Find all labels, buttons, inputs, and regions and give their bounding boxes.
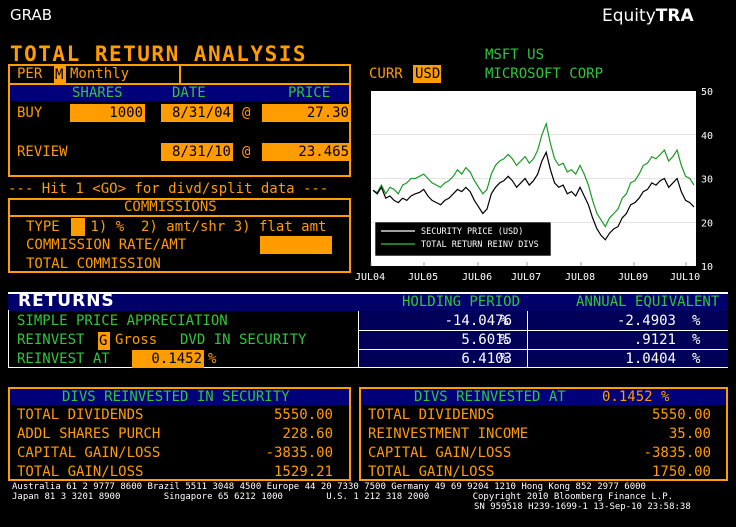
y-tick-label: 40 [701,131,713,142]
y-tick-label: 30 [701,175,713,186]
reinvest-annual: .9121 [633,332,676,348]
divs_at-row-label: CAPITAL GAIN/LOSS [368,445,512,461]
screen-name: GRAB [10,6,52,24]
review-label: REVIEW [17,144,68,160]
divs_security-row-label: ADDL SHARES PURCH [17,426,161,442]
pct-unit: % [692,332,701,348]
legend-label: TOTAL RETURN REINV DIVS [421,240,539,250]
reinvest-tail: DVD IN SECURITY [180,332,307,348]
simple-price-label: SIMPLE PRICE APPRECIATION [17,313,228,329]
col-price: PRICE [288,85,331,101]
review-price-field[interactable]: 23.465 [262,143,351,161]
divs_at-row-label: TOTAL DIVIDENDS [368,407,495,423]
divs_security-row-value: 5550.00 [273,407,333,423]
period-code-field[interactable]: M [54,66,66,84]
col-date: DATE [172,85,206,101]
x-tick-label: JUL07 [511,272,541,283]
pct-unit: % [500,332,509,348]
divs_at-row-value: 5550.00 [651,407,711,423]
buy-shares-field[interactable]: 1000 [70,104,145,122]
divs_at-row-value: 1750.00 [651,464,711,480]
pct-unit: % [692,313,701,329]
divs_security-row-value: 1529.21 [273,464,333,480]
reinvest-at-holding: 6.4103 [461,351,512,367]
function-name: EquityTRA [602,6,694,26]
currency-label: CURR [369,66,403,82]
divs_security-row-label: CAPITAL GAIN/LOSS [17,445,161,461]
return-chart: JUL04 JUL05 JUL06 JUL07 JUL08 JUL09 JUL10 50 40… [355,87,713,283]
y-tick-label: 10 [701,262,713,273]
pct-unit: % [500,313,509,329]
divs_at-row-label: TOTAL GAIN/LOSS [368,464,495,480]
review-date-field[interactable]: 8/31/10 [161,143,233,161]
divs-at-rate: 0.1452 % [602,389,670,405]
legend-label: SECURITY PRICE (USD) [421,227,523,237]
pct-unit: % [692,351,701,367]
function-prefix: Equity [602,6,656,26]
reinvest-type-text: Gross [115,332,158,348]
buy-label: BUY [17,105,43,121]
footer-serial: SN 959518 H239-1699-1 13-Sep-10 23:58:38 [474,502,691,512]
reinvest-at-annual: 1.0404 [625,351,676,367]
simple-price-holding: -14.0476 [444,313,512,329]
x-tick-label: JUL08 [565,272,595,283]
currency-field[interactable]: USD [413,65,441,83]
company-name: MICROSOFT CORP [485,66,604,82]
divs_at-row-value: 35.00 [668,426,711,442]
page-title: TOTAL RETURN ANALYSIS [10,42,308,66]
pct-unit: % [500,351,509,367]
reinvest-holding: 5.6015 [461,332,512,348]
buy-price-field[interactable]: 27.30 [262,104,351,122]
total-commission-label: TOTAL COMMISSION [26,256,161,272]
divd-split-hint: --- Hit 1 <GO> for divd/split data --- [8,181,329,197]
x-tick-label: JUL10 [670,272,700,283]
col-holding-period: HOLDING PERIOD [402,294,521,310]
returns-title: RETURNS [18,291,115,311]
reinvest-rate-unit: % [208,351,217,367]
commission-rate-label: COMMISSION RATE/AMT [26,237,187,253]
divs_at-row-value: -3835.00 [643,445,711,461]
x-tick-label: JUL06 [462,272,492,283]
buy-at: @ [242,105,251,121]
x-tick-label: JUL04 [355,272,385,283]
commission-type-label: TYPE [26,219,60,235]
reinvest-rate-field[interactable]: 0.1452 [132,350,204,368]
col-annual-equivalent: ANNUAL EQUIVALENT [576,294,720,310]
divs_security-row-label: TOTAL GAIN/LOSS [17,464,144,480]
divs_at-row-label: REINVESTMENT INCOME [368,426,529,442]
review-at: @ [242,144,251,160]
simple-price-annual: -2.4903 [616,313,676,329]
col-shares: SHARES [72,85,123,101]
function-code: TRA [655,6,694,26]
reinvest-label: REINVEST [17,332,85,348]
y-tick-label: 50 [701,87,713,98]
reinvest-at-label: REINVEST AT [17,351,110,367]
buy-date-field[interactable]: 8/31/04 [161,104,233,122]
reinvest-type-field[interactable]: G [98,332,110,350]
commissions-title: COMMISSIONS [124,199,217,215]
divs-at-title: DIVS REINVESTED AT [414,389,566,405]
divs_security-row-value: -3835.00 [265,445,333,461]
commission-rate-field[interactable] [260,236,332,254]
y-tick-label: 20 [701,218,713,229]
x-tick-label: JUL09 [618,272,648,283]
divs-security-title: DIVS REINVESTED IN SECURITY [62,389,290,405]
commission-type-options: 1) % 2) amt/shr 3) flat amt [82,219,327,235]
divs_security-row-value: 228.60 [282,426,333,442]
ticker: MSFT US [485,47,545,63]
divs_security-row-label: TOTAL DIVIDENDS [17,407,144,423]
period-text: Monthly [70,66,130,82]
x-tick-label: JUL05 [408,272,438,283]
period-label: PER [17,66,43,82]
